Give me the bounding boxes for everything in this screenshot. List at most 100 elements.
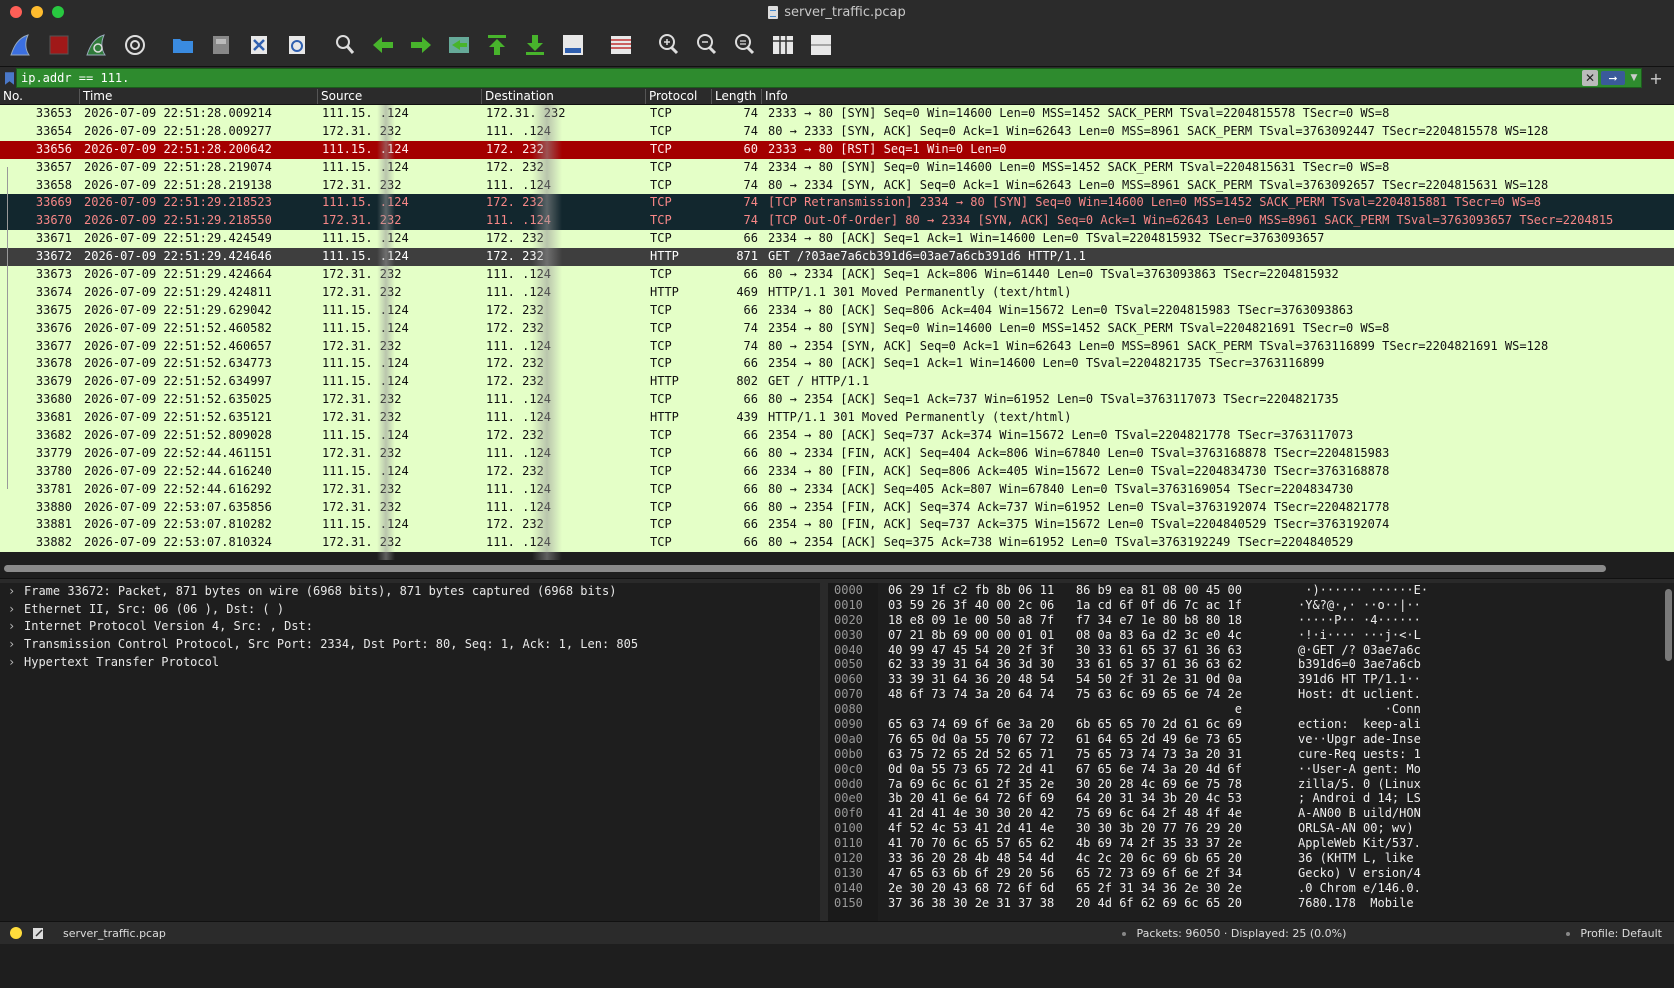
expand-chevron-icon[interactable]: › xyxy=(8,654,24,672)
expand-chevron-icon[interactable]: › xyxy=(8,583,24,601)
go-to-packet-button[interactable] xyxy=(442,28,476,62)
packet-row[interactable]: 33680 2026-07-09 22:51:52.635025 172.31. 2… xyxy=(0,391,1674,410)
packet-length: 66 xyxy=(743,535,758,550)
column-header-time[interactable]: Time xyxy=(80,89,318,104)
packet-time: 2026-07-09 22:53:07.635856 xyxy=(84,499,272,514)
packet-time: 2026-07-09 22:51:29.424664 xyxy=(84,267,272,282)
colorize-button[interactable] xyxy=(604,28,638,62)
packet-row[interactable]: 33658 2026-07-09 22:51:28.219138 172.31. 2… xyxy=(0,176,1674,195)
packet-no: 33656 xyxy=(35,141,72,156)
detail-tree-item[interactable]: › Internet Protocol Version 4, Src: , Dst… xyxy=(0,618,820,636)
stop-capture-button[interactable] xyxy=(42,28,76,62)
packet-row[interactable]: 33656 2026-07-09 22:51:28.200642 111.15. .… xyxy=(0,140,1674,159)
bookmark-icon[interactable] xyxy=(2,69,16,87)
autoscroll-button[interactable] xyxy=(556,28,590,62)
packet-protocol: HTTP xyxy=(650,249,679,264)
go-last-packet-button[interactable] xyxy=(518,28,552,62)
expand-chevron-icon[interactable]: › xyxy=(8,636,24,654)
packet-row[interactable]: 33673 2026-07-09 22:51:29.424664 172.31. 2… xyxy=(0,266,1674,284)
column-header-protocol[interactable]: Protocol xyxy=(646,89,712,104)
packet-row[interactable]: 33881 2026-07-09 22:53:07.810282 111.15. .… xyxy=(0,516,1674,535)
start-capture-button[interactable] xyxy=(4,28,38,62)
go-forward-button[interactable] xyxy=(404,28,438,62)
packet-row[interactable]: 33779 2026-07-09 22:52:44.461151 172.31. 2… xyxy=(0,444,1674,463)
display-filter-input[interactable] xyxy=(17,69,1580,87)
expand-chevron-icon[interactable]: › xyxy=(8,618,24,636)
packet-list-hscroll[interactable] xyxy=(0,560,1674,579)
packet-row[interactable]: 33882 2026-07-09 22:53:07.810324 172.31. 2… xyxy=(0,534,1674,553)
detail-text: Hypertext Transfer Protocol xyxy=(24,654,220,669)
capture-comment-icon[interactable] xyxy=(32,927,45,940)
packet-row[interactable]: 33676 2026-07-09 22:51:52.460582 111.15. .… xyxy=(0,319,1674,338)
zoom-in-button[interactable] xyxy=(652,28,686,62)
packet-source: 111.15. .124 xyxy=(322,231,409,246)
expert-info-indicator[interactable] xyxy=(10,927,22,939)
packet-time: 2026-07-09 22:51:28.009214 xyxy=(84,106,272,120)
bytes-hex[interactable]: 06 29 1f c2 fb 8b 06 11 86 b9 ea 81 08 0… xyxy=(878,583,1288,921)
apply-filter-button[interactable]: ➞ xyxy=(1601,71,1625,85)
close-file-button[interactable] xyxy=(242,28,276,62)
detail-text: Frame 33672: Packet, 871 bytes on wire (… xyxy=(24,584,617,598)
go-first-packet-button[interactable] xyxy=(480,28,514,62)
packet-destination: 172. 232 xyxy=(486,195,544,210)
capture-options-button[interactable] xyxy=(118,28,152,62)
zoom-window-button[interactable] xyxy=(52,6,64,18)
packet-row[interactable]: 33677 2026-07-09 22:51:52.460657 172.31. 2… xyxy=(0,337,1674,356)
packet-row[interactable]: 33670 2026-07-09 22:51:29.218550 172.31. 2… xyxy=(0,212,1674,231)
bookmark-shape xyxy=(4,71,14,85)
resize-columns-button[interactable] xyxy=(766,28,800,62)
packet-destination: 172. 232 xyxy=(486,231,544,246)
bytes-ascii[interactable]: ·)······ ······E· ·Y&?@·,· ··o··|·· ·····P… xyxy=(1288,583,1674,921)
packet-row[interactable]: 33674 2026-07-09 22:51:29.424811 172.31. 2… xyxy=(0,283,1674,302)
detail-tree-item[interactable]: › Frame 33672: Packet, 871 bytes on wire … xyxy=(0,583,820,601)
packet-length: 74 xyxy=(743,177,758,192)
packet-row[interactable]: 33682 2026-07-09 22:51:52.809028 111.15. .… xyxy=(0,427,1674,445)
collapse-expand-button[interactable] xyxy=(804,28,838,62)
packet-row[interactable]: 33669 2026-07-09 22:51:29.218523 111.15. .… xyxy=(0,194,1674,213)
packet-row[interactable]: 33679 2026-07-09 22:51:52.634997 111.15. .… xyxy=(0,373,1674,392)
save-file-button[interactable] xyxy=(204,28,238,62)
packet-row[interactable]: 33657 2026-07-09 22:51:28.219074 111.15. .… xyxy=(0,158,1674,177)
packet-row[interactable]: 33780 2026-07-09 22:52:44.616240 111.15. .… xyxy=(0,462,1674,481)
packet-row[interactable]: 33781 2026-07-09 22:52:44.616292 172.31. 2… xyxy=(0,480,1674,499)
byte-hex-line: 37 36 38 30 2e 31 37 38 20 4d 6f 62 69 6… xyxy=(888,895,1243,910)
expand-chevron-icon[interactable]: › xyxy=(8,601,24,619)
zoom-out-button[interactable] xyxy=(690,28,724,62)
filter-actions: ✕ ➞ ▼ xyxy=(1580,69,1641,87)
bytes-vscroll-thumb[interactable] xyxy=(1665,589,1672,661)
column-header-destination[interactable]: Destination xyxy=(482,89,646,104)
byte-ascii-line: Host: dt uclient. xyxy=(1298,687,1421,702)
packet-row[interactable]: 33653 2026-07-09 22:51:28.009214 111.15. .… xyxy=(0,105,1674,123)
normal-size-button[interactable] xyxy=(728,28,762,62)
find-packet-button[interactable] xyxy=(328,28,362,62)
packet-row[interactable]: 33678 2026-07-09 22:51:52.634773 111.15. .… xyxy=(0,355,1674,374)
clear-filter-button[interactable]: ✕ xyxy=(1582,70,1598,86)
column-header-source[interactable]: Source xyxy=(318,89,482,104)
detail-tree-item[interactable]: › Transmission Control Protocol, Src Port… xyxy=(0,636,820,654)
open-file-button[interactable] xyxy=(166,28,200,62)
column-header-length[interactable]: Length xyxy=(712,89,762,104)
go-back-button[interactable] xyxy=(366,28,400,62)
packet-no: 33677 xyxy=(35,338,72,353)
minimize-window-button[interactable] xyxy=(31,6,43,18)
reload-file-button[interactable] xyxy=(280,28,314,62)
packet-row[interactable]: 33671 2026-07-09 22:51:29.424549 111.15. .… xyxy=(0,230,1674,249)
packet-protocol: TCP xyxy=(650,177,672,192)
packet-row[interactable]: 33681 2026-07-09 22:51:52.635121 172.31. 2… xyxy=(0,409,1674,428)
packet-row[interactable]: 33672 2026-07-09 22:51:29.424646 111.15. .… xyxy=(0,248,1674,267)
column-header-no[interactable]: No. xyxy=(0,89,80,104)
detail-tree-item[interactable]: › Ethernet II, Src: 06 (06 ), Dst: ( ) xyxy=(0,601,820,619)
status-profile[interactable]: Profile: Default xyxy=(1566,927,1662,940)
column-header-info[interactable]: Info xyxy=(762,89,1674,104)
packet-row[interactable]: 33880 2026-07-09 22:53:07.635856 172.31. 2… xyxy=(0,498,1674,517)
packet-row[interactable]: 33675 2026-07-09 22:51:29.629042 111.15. .… xyxy=(0,301,1674,320)
restart-capture-button[interactable] xyxy=(80,28,114,62)
filter-history-dropdown[interactable]: ▼ xyxy=(1627,73,1641,83)
close-window-button[interactable] xyxy=(10,6,22,18)
byte-offset: 0110 xyxy=(834,836,863,851)
hscroll-thumb[interactable] xyxy=(4,565,1606,572)
add-filter-button[interactable]: + xyxy=(1642,69,1670,88)
packet-source: 172.31. 232 xyxy=(322,177,402,192)
detail-tree-item[interactable]: › Hypertext Transfer Protocol xyxy=(0,654,820,672)
packet-row[interactable]: 33654 2026-07-09 22:51:28.009277 172.31. 2… xyxy=(0,122,1674,141)
